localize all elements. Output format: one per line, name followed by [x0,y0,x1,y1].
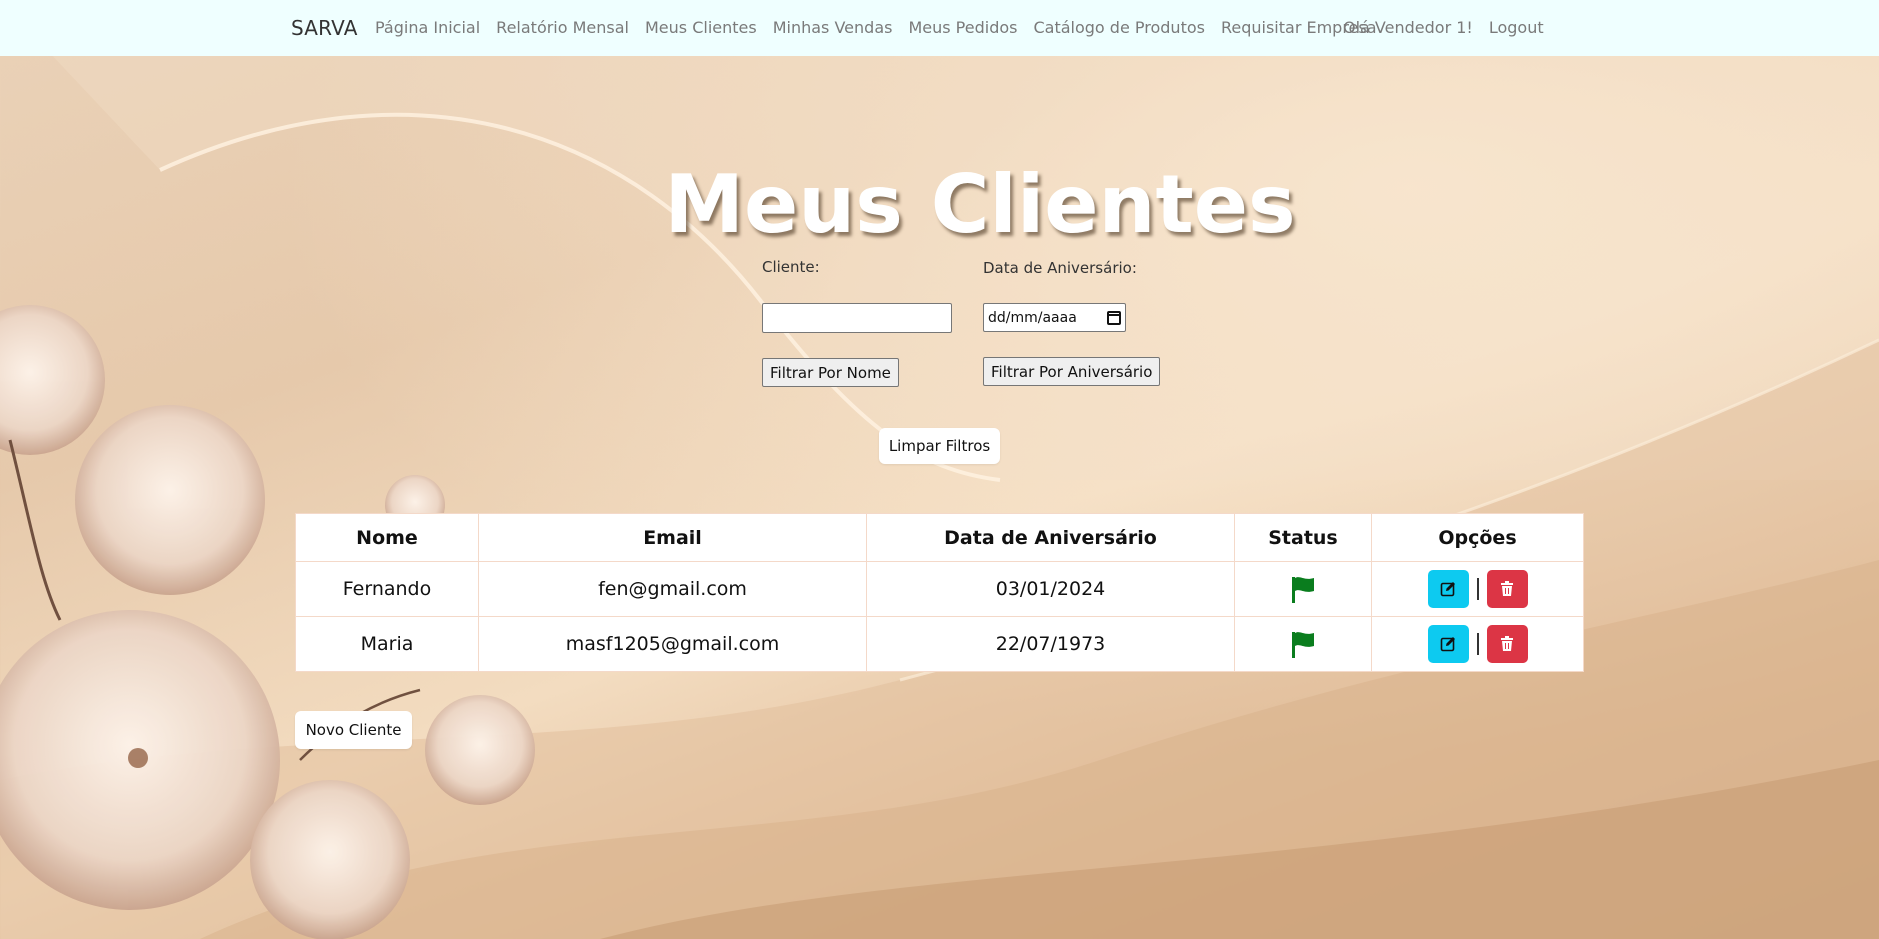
cell-aniversario: 03/01/2024 [866,561,1235,617]
edit-icon [1440,582,1455,597]
date-placeholder: dd/mm/aaaa [988,309,1077,326]
cell-email: fen@gmail.com [478,561,867,617]
table-row: Fernando fen@gmail.com 03/01/2024 [295,561,1584,617]
table-header-row: Nome Email Data de Aniversário Status Op… [295,513,1584,562]
cell-aniversario: 22/07/1973 [866,616,1235,672]
logout-link[interactable]: Logout [1489,18,1544,37]
cell-status [1234,561,1372,617]
column-header-email: Email [478,513,867,562]
clients-table: Nome Email Data de Aniversário Status Op… [295,513,1584,672]
background-art [0,0,1879,939]
cell-nome: Maria [295,616,479,672]
delete-client-button[interactable] [1486,625,1528,663]
options-separator [1476,578,1479,600]
birthday-filter-label: Data de Aniversário: [983,259,1137,277]
green-flag-icon [1292,632,1314,658]
filter-by-name-button[interactable]: Filtrar Por Nome [762,358,899,387]
nav-link-relatorio-mensal[interactable]: Relatório Mensal [496,18,629,37]
navbar: SARVA Página Inicial Relatório Mensal Me… [0,0,1879,56]
filter-by-birthday-button[interactable]: Filtrar Por Aniversário [983,357,1161,386]
delete-client-button[interactable] [1486,570,1528,608]
cell-nome: Fernando [295,561,479,617]
column-header-opcoes: Opções [1371,513,1584,562]
options-separator [1476,633,1479,655]
calendar-icon[interactable] [1107,310,1121,325]
nav-link-minhas-vendas[interactable]: Minhas Vendas [773,18,893,37]
client-name-input[interactable] [762,303,952,333]
nav-link-meus-pedidos[interactable]: Meus Pedidos [908,18,1017,37]
edit-client-button[interactable] [1427,625,1469,663]
cell-status [1234,616,1372,672]
clear-filters-button[interactable]: Limpar Filtros [879,428,1000,464]
trash-icon [1501,581,1513,596]
nav-link-catalogo-de-produtos[interactable]: Catálogo de Produtos [1033,18,1204,37]
nav-link-pagina-inicial[interactable]: Página Inicial [375,18,480,37]
column-header-status: Status [1234,513,1372,562]
edit-icon [1440,637,1455,652]
table-row: Maria masf1205@gmail.com 22/07/1973 [295,616,1584,672]
client-filter-label: Cliente: [762,258,820,276]
birthday-date-input[interactable]: dd/mm/aaaa [983,303,1126,332]
column-header-data-aniversario: Data de Aniversário [866,513,1235,562]
user-greeting-link[interactable]: Olá Vendedor 1! [1343,18,1473,37]
trash-icon [1501,636,1513,651]
cell-email: masf1205@gmail.com [478,616,867,672]
nav-user-area: Olá Vendedor 1! Logout [1343,18,1560,37]
brand-logo[interactable]: SARVA [291,16,358,40]
new-client-button[interactable]: Novo Cliente [295,711,412,749]
nav-links: Página Inicial Relatório Mensal Meus Cli… [375,18,1393,37]
edit-client-button[interactable] [1427,570,1469,608]
green-flag-icon [1292,577,1314,603]
cell-opcoes [1371,616,1584,672]
column-header-nome: Nome [295,513,479,562]
page-title: Meus Clientes [664,158,1296,251]
cell-opcoes [1371,561,1584,617]
nav-link-meus-clientes[interactable]: Meus Clientes [645,18,757,37]
